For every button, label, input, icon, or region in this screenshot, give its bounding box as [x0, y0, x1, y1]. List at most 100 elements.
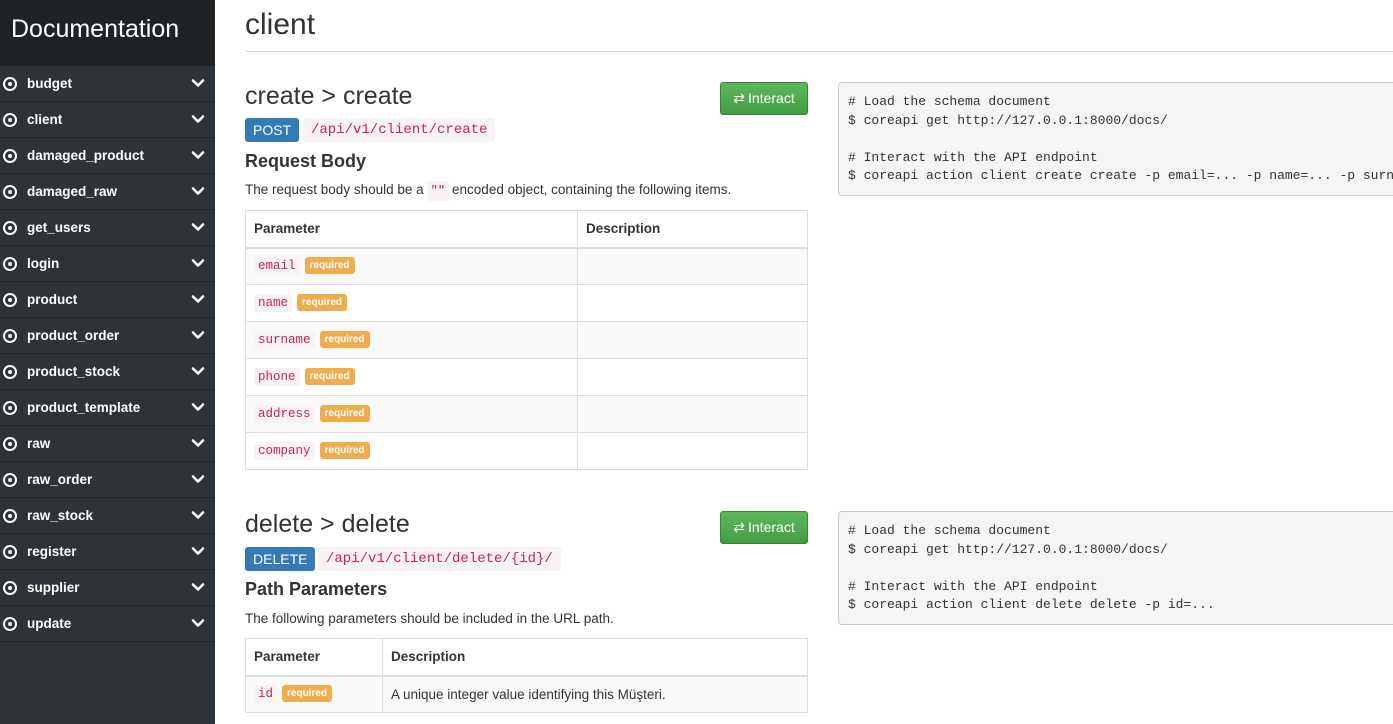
sidebar-item-budget[interactable]: budget	[0, 66, 215, 102]
table-row: address required	[245, 395, 808, 433]
chevron-down-icon[interactable]	[191, 580, 205, 594]
sidebar-item-client[interactable]: client	[0, 102, 215, 138]
parameter-cell: address required	[245, 395, 578, 433]
required-badge: required	[297, 294, 348, 311]
chevron-down-icon[interactable]	[191, 292, 205, 306]
parameter-name: id	[254, 685, 278, 704]
sidebar-item-register[interactable]: register	[0, 534, 215, 570]
sidebar-item-product_stock[interactable]: product_stock	[0, 354, 215, 390]
code-line: # Interact with the API endpoint	[848, 149, 1098, 165]
code-line: $ coreapi action client delete delete -p…	[848, 597, 1215, 612]
swap-arrows-icon: ⇄	[733, 519, 746, 535]
sidebar-item-raw_order[interactable]: raw_order	[0, 462, 215, 498]
parameter-cell: company required	[245, 432, 578, 470]
endpoint-title: delete > delete	[245, 510, 410, 538]
sidebar-item-damaged_product[interactable]: damaged_product	[0, 138, 215, 174]
chevron-down-icon[interactable]	[191, 544, 205, 558]
sidebar-item-label: damaged_product	[27, 148, 145, 163]
chevron-down-icon[interactable]	[191, 400, 205, 414]
code-line: # Load the schema document	[848, 94, 1051, 109]
sidebar-item-label: raw	[27, 436, 51, 451]
sidebar-item-label: budget	[27, 76, 72, 91]
table-row: name required	[245, 284, 808, 322]
sidebar-item-raw_stock[interactable]: raw_stock	[0, 498, 215, 534]
column-header: Parameter	[245, 210, 578, 249]
chevron-down-icon[interactable]	[191, 364, 205, 378]
table-row: surname required	[245, 321, 808, 359]
sidebar-item-login[interactable]: login	[0, 246, 215, 282]
parameter-cell: phone required	[245, 358, 578, 396]
chevron-down-icon[interactable]	[191, 184, 205, 198]
radio-dot-icon	[3, 257, 17, 271]
radio-dot-icon	[3, 329, 17, 343]
column-header: Description	[382, 638, 808, 677]
description-cell: A unique integer value identifying this …	[382, 675, 808, 713]
radio-dot-icon	[3, 617, 17, 631]
sidebar-item-label: login	[27, 256, 60, 271]
radio-dot-icon	[3, 545, 17, 559]
chevron-down-icon[interactable]	[191, 616, 205, 630]
encoding-code: ""	[426, 181, 450, 201]
sidebar-item-label: raw_order	[27, 472, 93, 487]
sidebar-item-supplier[interactable]: supplier	[0, 570, 215, 606]
interact-button[interactable]: ⇄ Interact	[720, 511, 808, 544]
required-badge: required	[319, 405, 370, 422]
interact-label: Interact	[748, 519, 795, 535]
section-description: The following parameters should be inclu…	[245, 611, 614, 626]
chevron-down-icon[interactable]	[191, 76, 205, 90]
sidebar: Documentation budget client damaged_produc…	[0, 0, 215, 724]
sidebar-item-label: product_stock	[27, 364, 121, 379]
section-heading-path-parameters: Path Parameters	[245, 579, 388, 599]
chevron-down-icon[interactable]	[191, 472, 205, 486]
chevron-down-icon[interactable]	[191, 220, 205, 234]
parameters-table: Parameter Description email required name r…	[245, 210, 808, 470]
radio-dot-icon	[3, 437, 17, 451]
interact-label: Interact	[748, 90, 795, 106]
sidebar-item-raw[interactable]: raw	[0, 426, 215, 462]
chevron-down-icon[interactable]	[191, 508, 205, 522]
parameters-table: Parameter Description id required A unique…	[245, 638, 808, 713]
table-row: company required	[245, 432, 808, 470]
chevron-down-icon[interactable]	[191, 436, 205, 450]
sidebar-item-product[interactable]: product	[0, 282, 215, 318]
section-heading-request-body: Request Body	[245, 151, 367, 171]
sidebar-item-label: raw_stock	[27, 508, 94, 523]
chevron-down-icon[interactable]	[191, 148, 205, 162]
endpoint-path: /api/v1/client/delete/{id}/	[318, 547, 561, 571]
chevron-down-icon[interactable]	[191, 112, 205, 126]
sidebar-menu: budget client damaged_product damaged_rawge…	[0, 66, 215, 642]
parameter-name: surname	[254, 331, 315, 349]
radio-dot-icon	[3, 401, 17, 415]
description-cell	[577, 395, 808, 433]
sidebar-item-get_users[interactable]: get_users	[0, 210, 215, 246]
chevron-down-icon[interactable]	[191, 328, 205, 342]
required-badge: required	[319, 442, 370, 459]
required-badge: required	[282, 685, 333, 703]
sidebar-item-label: product	[27, 292, 78, 307]
swap-arrows-icon: ⇄	[733, 90, 746, 106]
interact-button[interactable]: ⇄ Interact	[720, 82, 808, 115]
title-divider	[245, 51, 1393, 52]
sidebar-item-product_template[interactable]: product_template	[0, 390, 215, 426]
sidebar-item-damaged_raw[interactable]: damaged_raw	[0, 174, 215, 210]
description-cell	[577, 284, 808, 322]
sidebar-item-update[interactable]: update	[0, 606, 215, 642]
sidebar-item-label: supplier	[27, 580, 80, 595]
desc-text: encoded object, containing the following…	[452, 182, 732, 197]
description-cell	[577, 321, 808, 359]
radio-dot-icon	[3, 113, 17, 127]
sidebar-item-label: update	[27, 616, 72, 631]
sidebar-item-label: get_users	[27, 220, 91, 235]
required-badge: required	[304, 368, 355, 385]
table-header-row: Parameter Description	[245, 638, 808, 677]
code-line: # Load the schema document	[848, 523, 1051, 538]
endpoint-title: create > create	[245, 82, 413, 110]
parameter-name: email	[254, 257, 300, 276]
required-badge: required	[319, 331, 370, 348]
parameter-cell: id required	[245, 675, 383, 713]
parameter-name: name	[254, 294, 293, 312]
sidebar-item-product_order[interactable]: product_order	[0, 318, 215, 354]
radio-dot-icon	[3, 149, 17, 163]
chevron-down-icon[interactable]	[191, 256, 205, 270]
